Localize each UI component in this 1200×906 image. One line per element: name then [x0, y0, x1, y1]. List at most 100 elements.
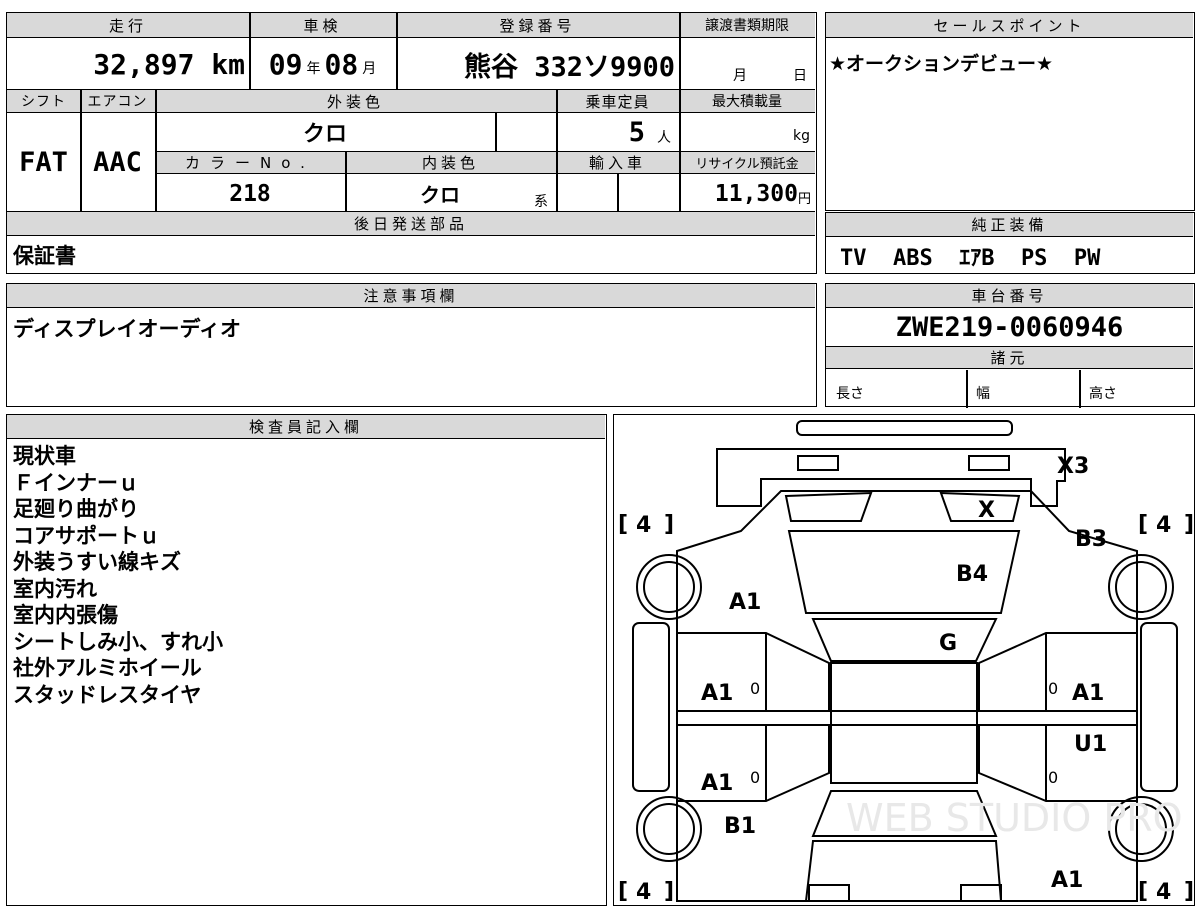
capacity-header: 乗車定員: [556, 90, 679, 113]
mark-zero-fl: 0: [750, 679, 760, 698]
shaken-year: 09: [268, 47, 303, 81]
sales-point-block: セールスポイント ★オークションデビュー★: [825, 12, 1195, 211]
tire-bracket-rr: ]: [1184, 879, 1194, 904]
vehicle-info-block: 走行 車検 登録番号 譲渡書類期限 32,897 km 09 年 08 月 熊谷…: [6, 12, 817, 274]
ext-color-value: クロ: [302, 122, 347, 147]
import-header: 輸入車: [556, 151, 679, 174]
deadline-month: 月: [733, 68, 747, 84]
tire-bracket-fl: ]: [664, 512, 674, 537]
tire-rl: 4: [636, 880, 651, 905]
mark-x: X: [978, 498, 995, 523]
int-color-suffix: 系: [534, 194, 548, 210]
spec-height: 高さ: [1089, 386, 1117, 402]
reg-header: 登録番号: [396, 13, 679, 38]
capacity-value: 5 人: [556, 113, 679, 151]
mark-x3: X3: [1057, 454, 1089, 479]
chassis-value: ZWE219-0060946: [895, 311, 1124, 343]
divider: [966, 370, 968, 408]
tire-bracket-rl: [: [618, 879, 628, 904]
car-diagram: [ ] 4 [ ] 4 [ ] 4 [ ] 4 X3 X B3 B4 A1 G …: [618, 420, 1194, 905]
recycle-value: 11,300 円: [679, 176, 815, 211]
ext-color-header: 外装色: [155, 90, 556, 113]
equipment-block: 純正装備 TV ABS ｴｱB PS PW: [825, 212, 1195, 274]
shift-value: FAT: [19, 146, 68, 178]
max-load-header: 最大積載量: [679, 90, 815, 113]
equipment-header: 純正装備: [826, 213, 1193, 237]
shaken-month: 08: [324, 47, 359, 81]
divider: [679, 13, 681, 211]
mark-a1-door-rl: A1: [701, 771, 733, 796]
divider: [556, 90, 558, 211]
mark-a1-door-fr: A1: [1072, 681, 1104, 706]
divider: [396, 13, 398, 89]
inspector-block: 検査員記入欄 現状車 Ｆインナーｕ 足廻り曲がり コアサポートｕ 外装うすい線キ…: [6, 414, 607, 906]
color-no-value: 218: [229, 180, 271, 207]
list-item: 社外アルミホイール: [13, 656, 202, 680]
tire-bracket-rr: [: [1138, 879, 1148, 904]
spec-width: 幅: [976, 386, 990, 402]
list-item: Ｆインナーｕ: [13, 470, 139, 495]
tire-bracket-fr: [: [1138, 512, 1148, 537]
int-color-value: クロ: [420, 183, 460, 207]
sales-value: ★オークションデビュー★: [829, 53, 1054, 75]
watermark: WEB STUDIO PRO: [846, 796, 1183, 840]
later-parts-header: 後日発送部品: [7, 212, 815, 236]
list-item: シートしみ小、すれ小: [13, 629, 223, 654]
recycle-amount: 11,300: [714, 180, 798, 207]
tire-bracket-fl: [: [618, 512, 628, 537]
capacity-unit: 人: [657, 130, 671, 146]
month-unit: 月: [362, 61, 377, 77]
ac-header: エアコン: [80, 90, 155, 113]
shaken-header: 車検: [249, 13, 396, 38]
inspector-header: 検査員記入欄: [7, 415, 605, 439]
equipment-value: TV ABS ｴｱB PS PW: [840, 246, 1101, 271]
mark-b3: B3: [1075, 527, 1107, 552]
tire-bracket-rl: ]: [664, 879, 674, 904]
max-load-unit: kg: [793, 128, 810, 144]
divider: [345, 151, 347, 211]
mark-a1-door-fl: A1: [701, 681, 733, 706]
ac-value: AAC: [93, 146, 142, 178]
shaken-value: 09 年 08 月: [249, 40, 396, 88]
mileage-value: 32,897 km: [93, 47, 245, 81]
specs-header: 諸元: [826, 346, 1193, 369]
mark-g: G: [939, 631, 957, 656]
tire-fr: 4: [1156, 513, 1171, 538]
deadline-day: 日: [793, 68, 807, 84]
tire-bracket-fr: ]: [1184, 512, 1194, 537]
tire-rr: 4: [1156, 880, 1171, 905]
list-item: 室内汚れ: [13, 576, 97, 601]
list-item: スタッドレスタイヤ: [13, 682, 202, 707]
list-item: コアサポートｕ: [13, 523, 160, 548]
divider: [155, 90, 157, 211]
inspector-list: 現状車 Ｆインナーｕ 足廻り曲がり コアサポートｕ 外装うすい線キズ 室内汚れ …: [13, 443, 223, 708]
notes-value: ディスプレイオーディオ: [13, 317, 242, 341]
chassis-block: 車台番号 ZWE219-0060946 諸元 長さ 幅 高さ: [825, 283, 1195, 408]
mark-a1-fender-left: A1: [729, 590, 761, 615]
deadline-header: 譲渡書類期限: [679, 13, 815, 38]
mark-u1: U1: [1074, 732, 1107, 757]
mark-zero-fr: 0: [1048, 679, 1058, 698]
recycle-header: リサイクル預託金: [679, 151, 815, 174]
later-parts-value: 保証書: [13, 244, 76, 268]
list-item: 現状車: [13, 444, 76, 468]
mark-zero-rl: 0: [750, 768, 760, 787]
divider: [80, 90, 82, 211]
mark-b1: B1: [724, 814, 756, 839]
tire-fl: 4: [636, 513, 651, 538]
chassis-header: 車台番号: [826, 284, 1193, 308]
car-diagram-block: [ ] 4 [ ] 4 [ ] 4 [ ] 4 X3 X B3 B4 A1 G …: [613, 414, 1195, 906]
reg-number-value: 熊谷 332ソ9900: [463, 51, 675, 83]
mark-b4: B4: [956, 562, 988, 587]
sales-header: セールスポイント: [826, 13, 1193, 38]
spec-length: 長さ: [836, 386, 864, 402]
divider: [495, 113, 497, 151]
divider: [617, 174, 619, 211]
color-no-header: カラーNo.: [155, 151, 345, 174]
year-unit: 年: [306, 61, 321, 77]
mileage-header: 走行: [7, 13, 249, 38]
divider: [1079, 370, 1081, 408]
capacity-number: 5: [628, 116, 645, 148]
divider: [249, 13, 251, 89]
mark-zero-rr: 0: [1048, 768, 1058, 787]
